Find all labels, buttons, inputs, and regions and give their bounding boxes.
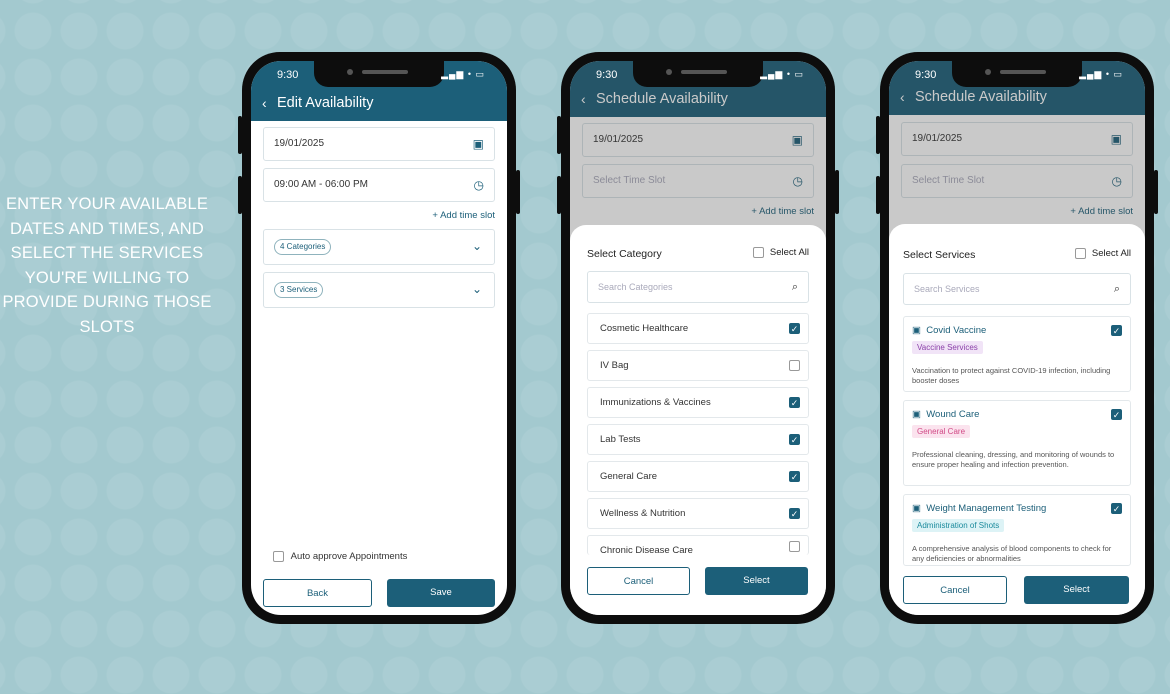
services-chip: 3 Services xyxy=(274,282,324,298)
category-item[interactable]: Wellness & Nutrition ✓ xyxy=(587,498,809,529)
service-checkbox[interactable]: ✓ xyxy=(1111,325,1122,336)
status-time: 9:30 xyxy=(277,69,299,81)
service-icon: ▣ xyxy=(912,409,921,420)
status-bar: 9:30 ▂▄▆ • ▭ xyxy=(596,67,804,83)
sheet-title: Select Services xyxy=(903,249,976,261)
phone-select-category: ‹ Schedule Availability 9:30 ▂▄▆ • ▭ 19/… xyxy=(557,52,839,624)
select-all-toggle[interactable]: Select All xyxy=(753,247,809,258)
category-item[interactable]: Lab Tests ✓ xyxy=(587,424,809,455)
category-checkbox[interactable]: ✓ xyxy=(789,434,800,445)
auto-approve-row[interactable]: Auto approve Appointments xyxy=(263,543,495,571)
service-description: Professional cleaning, dressing, and mon… xyxy=(912,450,1115,469)
category-item[interactable]: Cosmetic Healthcare ✓ xyxy=(587,313,809,344)
category-checkbox[interactable]: ✓ xyxy=(789,397,800,408)
category-item[interactable]: Immunizations & Vaccines ✓ xyxy=(587,387,809,418)
time-slot-field[interactable]: 09:00 AM - 06:00 PM ◷ xyxy=(263,168,495,202)
category-label: General Care xyxy=(600,471,658,482)
status-icons: ▂▄▆ • ▭ xyxy=(441,69,485,79)
search-placeholder: Search Services xyxy=(914,284,980,294)
category-checkbox[interactable]: ✓ xyxy=(789,508,800,519)
date-value: 19/01/2025 xyxy=(274,138,325,149)
service-name-text: Covid Vaccine xyxy=(926,325,987,336)
service-checkbox[interactable]: ✓ xyxy=(1111,409,1122,420)
add-time-slot-link[interactable]: + Add time slot xyxy=(432,210,495,221)
search-placeholder: Search Categories xyxy=(598,282,673,292)
time-slot-value: 09:00 AM - 06:00 PM xyxy=(274,179,368,190)
search-icon: ⌕ xyxy=(791,281,798,293)
service-name-text: Weight Management Testing xyxy=(926,503,1047,514)
save-button[interactable]: Save xyxy=(387,579,495,607)
service-card[interactable]: ▣ Covid Vaccine ✓ Vaccine Services Vacci… xyxy=(903,316,1131,392)
category-item[interactable]: General Care ✓ xyxy=(587,461,809,492)
back-arrow-icon[interactable]: ‹ xyxy=(262,95,267,111)
auto-approve-label: Auto approve Appointments xyxy=(290,551,408,562)
chevron-down-icon: ⌄ xyxy=(471,282,482,296)
select-button[interactable]: Select xyxy=(705,567,808,595)
select-button[interactable]: Select xyxy=(1024,576,1129,604)
phone-select-services: ‹ Schedule Availability 9:30 ▂▄▆ • ▭ 19/… xyxy=(876,52,1158,624)
search-services-input[interactable]: Search Services ⌕ xyxy=(903,273,1131,305)
phone-edit-availability: ‹ Edit Availability 9:30 ▂▄▆ • ▭ 19/01/2… xyxy=(238,52,520,624)
category-checkbox[interactable]: ✓ xyxy=(789,323,800,334)
calendar-icon: ▣ xyxy=(472,137,484,151)
category-label: Cosmetic Healthcare xyxy=(600,323,689,334)
select-all-toggle[interactable]: Select All xyxy=(1075,248,1131,259)
date-field[interactable]: 19/01/2025 ▣ xyxy=(263,127,495,161)
category-item[interactable]: Chronic Disease Care xyxy=(587,535,809,555)
auto-approve-checkbox[interactable] xyxy=(273,550,284,562)
category-label: Wellness & Nutrition xyxy=(600,508,686,519)
status-time: 9:30 xyxy=(596,69,618,81)
service-checkbox[interactable]: ✓ xyxy=(1111,503,1122,514)
status-icons: ▂▄▆ • ▭ xyxy=(1079,69,1123,79)
category-checkbox[interactable] xyxy=(789,541,800,552)
service-tag: Vaccine Services xyxy=(912,341,983,354)
category-item[interactable]: IV Bag xyxy=(587,350,809,381)
services-dropdown[interactable]: 3 Services ⌄ xyxy=(263,272,495,308)
service-icon: ▣ xyxy=(912,325,921,336)
service-description: Vaccination to protect against COVID-19 … xyxy=(912,366,1111,385)
service-description: A comprehensive analysis of blood compon… xyxy=(912,544,1112,563)
status-bar: 9:30 ▂▄▆ • ▭ xyxy=(277,67,485,83)
category-checkbox[interactable] xyxy=(789,360,800,371)
chevron-down-icon: ⌄ xyxy=(471,239,482,253)
status-icons: ▂▄▆ • ▭ xyxy=(760,69,804,79)
services-bottom-sheet: Select Services Select All Search Servic… xyxy=(889,224,1145,615)
category-label: IV Bag xyxy=(600,360,629,371)
category-checkbox[interactable]: ✓ xyxy=(789,471,800,482)
sheet-title: Select Category xyxy=(587,248,662,260)
search-icon: ⌕ xyxy=(1113,283,1120,295)
select-all-label: Select All xyxy=(1091,248,1131,260)
cancel-button[interactable]: Cancel xyxy=(587,567,690,595)
back-button[interactable]: Back xyxy=(263,579,372,607)
category-bottom-sheet: Select Category Select All Search Catego… xyxy=(570,225,826,615)
service-tag: General Care xyxy=(912,425,971,438)
search-categories-input[interactable]: Search Categories ⌕ xyxy=(587,271,809,303)
service-name-text: Wound Care xyxy=(926,409,980,420)
status-bar: 9:30 ▂▄▆ • ▭ xyxy=(915,67,1123,83)
categories-dropdown[interactable]: 4 Categories ⌄ xyxy=(263,229,495,265)
service-card[interactable]: ▣ Weight Management Testing ✓ Administra… xyxy=(903,494,1131,566)
service-name: ▣ Wound Care xyxy=(912,409,979,420)
select-all-label: Select All xyxy=(769,247,809,259)
category-label: Chronic Disease Care xyxy=(600,545,693,555)
service-name: ▣ Covid Vaccine xyxy=(912,325,986,336)
select-all-checkbox[interactable] xyxy=(753,247,765,258)
clock-icon: ◷ xyxy=(473,178,484,192)
promo-caption: ENTER YOUR AVAILABLE DATES AND TIMES, AN… xyxy=(2,195,212,336)
page-title: Edit Availability xyxy=(277,95,374,111)
service-icon: ▣ xyxy=(912,503,921,514)
service-card[interactable]: ▣ Wound Care ✓ General Care Professional… xyxy=(903,400,1131,486)
category-label: Lab Tests xyxy=(600,434,641,445)
cancel-button[interactable]: Cancel xyxy=(903,576,1007,604)
select-all-checkbox[interactable] xyxy=(1075,248,1087,259)
category-label: Immunizations & Vaccines xyxy=(600,397,711,408)
service-tag: Administration of Shots xyxy=(912,519,1005,532)
categories-chip: 4 Categories xyxy=(274,239,332,255)
status-time: 9:30 xyxy=(915,69,937,81)
service-name: ▣ Weight Management Testing xyxy=(912,503,1046,514)
